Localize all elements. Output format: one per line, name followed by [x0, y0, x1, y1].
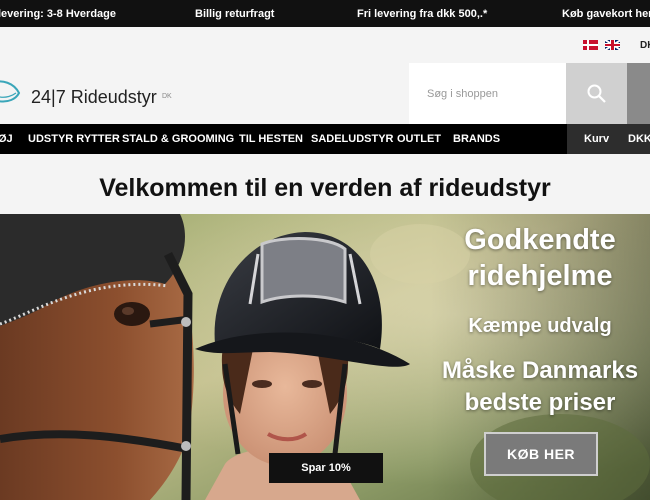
welcome-section: Velkommen til en verden af rideudstyr	[0, 154, 650, 214]
hero-banner[interactable]: Godkendte ridehjelme Kæmpe udvalg Måske …	[0, 214, 650, 500]
site-header: 24|7 Rideudstyr DK	[0, 63, 650, 124]
main-nav: ØJ UDSTYR RYTTER STALD & GROOMING TIL HE…	[0, 124, 650, 154]
logo-suffix: DK	[162, 93, 172, 100]
horse-logo-icon[interactable]	[0, 77, 22, 114]
language-bar: DK	[0, 27, 650, 63]
info-free-delivery: Fri levering fra dkk 500,.*	[357, 8, 488, 20]
cart-link[interactable]: Kurv	[584, 133, 609, 145]
page-title: Velkommen til en verden af rideudstyr	[99, 174, 551, 202]
language-code[interactable]: DK	[640, 40, 650, 51]
nav-item-til-hesten[interactable]: TIL HESTEN	[239, 133, 303, 145]
nav-item-partial[interactable]: ØJ	[0, 133, 13, 145]
nav-utility-area: Kurv DKK	[567, 124, 650, 154]
nav-item-stald-grooming[interactable]: STALD & GROOMING	[122, 133, 234, 145]
currency-selector[interactable]: DKK	[628, 133, 650, 145]
denmark-flag-icon[interactable]	[583, 40, 598, 50]
discount-badge[interactable]: Spar 10%	[269, 453, 383, 483]
uk-flag-icon[interactable]	[605, 40, 620, 50]
nav-item-outlet[interactable]: OUTLET	[397, 133, 441, 145]
info-returns: Billig returfragt	[195, 8, 275, 20]
hero-tagline-1: Måske Danmarks	[441, 357, 639, 384]
buy-here-button[interactable]: KØB HER	[484, 432, 598, 476]
info-bar: levering: 3-8 Hverdage Billig returfragt…	[0, 0, 650, 27]
info-delivery-time: levering: 3-8 Hverdage	[0, 8, 116, 20]
search-icon	[587, 84, 606, 103]
hero-subline: Kæmpe udvalg	[468, 315, 612, 337]
nav-item-udstyr-rytter[interactable]: UDSTYR RYTTER	[28, 133, 120, 145]
hero-headline-2: ridehjelme	[467, 260, 613, 292]
search-input[interactable]	[409, 63, 566, 124]
header-side-panel	[627, 63, 650, 124]
hero-headline-1: Godkendte	[464, 224, 616, 256]
nav-item-sadeludstyr[interactable]: SADELUDSTYR	[311, 133, 394, 145]
gift-card-link[interactable]: Køb gavekort her	[562, 8, 650, 20]
logo-text[interactable]: 24|7 Rideudstyr	[31, 87, 157, 108]
nav-item-brands[interactable]: BRANDS	[453, 133, 500, 145]
hero-tagline-2: bedste priser	[464, 389, 616, 416]
search-button[interactable]	[566, 63, 627, 124]
